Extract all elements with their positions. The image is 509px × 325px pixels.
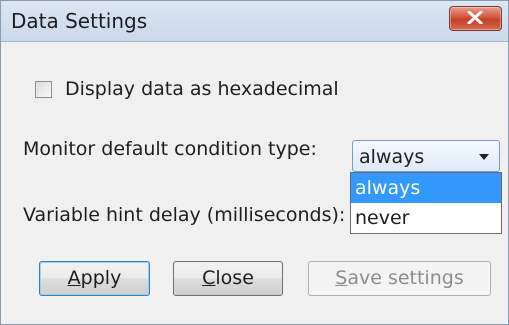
dropdown-option-never[interactable]: never xyxy=(351,203,501,233)
hint-delay-label: Variable hint delay (milliseconds): xyxy=(23,204,346,226)
monitor-condition-value: always xyxy=(359,146,425,168)
chevron-down-icon xyxy=(479,154,489,160)
save-label: ave settings xyxy=(347,267,464,289)
monitor-condition-label: Monitor default condition type: xyxy=(23,138,317,160)
data-settings-dialog: Data Settings Display data as hexadecima… xyxy=(0,0,509,325)
close-mnemonic: C xyxy=(202,267,216,289)
window-close-button[interactable] xyxy=(449,6,502,31)
title-bar[interactable]: Data Settings xyxy=(1,1,508,42)
dropdown-option-always[interactable]: always xyxy=(351,173,501,203)
close-icon xyxy=(467,11,483,24)
monitor-condition-dropdown: always never xyxy=(350,172,502,234)
apply-label: pply xyxy=(80,267,122,289)
hex-checkbox-label[interactable]: Display data as hexadecimal xyxy=(65,78,339,100)
apply-button[interactable]: Apply xyxy=(39,261,150,296)
dialog-title: Data Settings xyxy=(11,9,148,33)
monitor-condition-select[interactable]: always xyxy=(352,140,500,172)
save-mnemonic: S xyxy=(335,267,348,289)
hex-checkbox[interactable] xyxy=(35,81,52,98)
save-settings-button[interactable]: Save settings xyxy=(308,261,491,296)
close-label: lose xyxy=(215,267,254,289)
close-button[interactable]: Close xyxy=(173,261,283,296)
apply-mnemonic: A xyxy=(67,267,81,289)
